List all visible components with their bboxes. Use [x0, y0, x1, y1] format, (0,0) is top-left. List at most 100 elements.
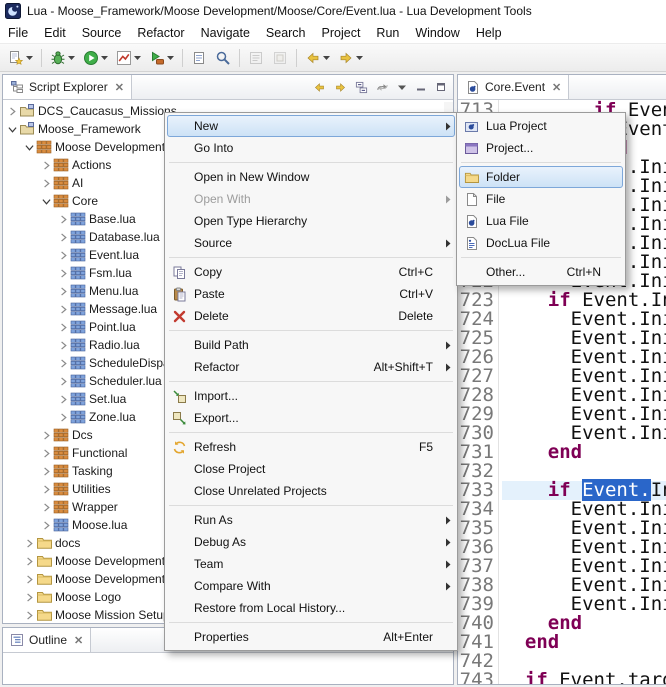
close-icon[interactable]: ✕	[552, 81, 561, 94]
menubar-item-window[interactable]: Window	[407, 24, 467, 42]
menu-item-doclua-file[interactable]: DocLua File	[459, 232, 623, 254]
menu-item-delete[interactable]: DeleteDelete	[167, 305, 455, 327]
dropdown-caret-icon[interactable]	[323, 56, 330, 60]
tree-collapsed-icon[interactable]	[58, 287, 69, 296]
dropdown-caret-icon[interactable]	[167, 56, 174, 60]
forward-button[interactable]	[335, 48, 366, 68]
tree-collapsed-icon[interactable]	[24, 575, 35, 584]
tree-collapsed-icon[interactable]	[41, 449, 52, 458]
tree-collapsed-icon[interactable]	[41, 521, 52, 530]
close-icon[interactable]: ✕	[115, 81, 124, 94]
tree-collapsed-icon[interactable]	[58, 233, 69, 242]
dropdown-caret-icon[interactable]	[26, 56, 33, 60]
menu-item-refresh[interactable]: RefreshF5	[167, 436, 455, 458]
dropdown-caret-icon[interactable]	[68, 56, 75, 60]
menubar-item-run[interactable]: Run	[368, 24, 407, 42]
tree-collapsed-icon[interactable]	[7, 107, 18, 116]
minimize-button[interactable]	[413, 79, 429, 95]
menu-item-new[interactable]: New	[167, 115, 455, 137]
run-button[interactable]	[80, 48, 111, 68]
menu-item-lua-file[interactable]: Lua File	[459, 210, 623, 232]
new-wizard-button[interactable]	[5, 48, 36, 68]
tree-collapsed-icon[interactable]	[41, 485, 52, 494]
menu-item-build-path[interactable]: Build Path	[167, 334, 455, 356]
menubar-item-source[interactable]: Source	[74, 24, 130, 42]
debug-button[interactable]	[47, 48, 78, 68]
menu-item-copy[interactable]: CopyCtrl+C	[167, 261, 455, 283]
tree-collapsed-icon[interactable]	[41, 431, 52, 440]
menubar-item-navigate[interactable]: Navigate	[193, 24, 258, 42]
menu-item-team[interactable]: Team	[167, 553, 455, 575]
tree-expanded-icon[interactable]	[41, 197, 52, 206]
tree-expanded-icon[interactable]	[7, 125, 18, 134]
menu-item-refactor[interactable]: RefactorAlt+Shift+T	[167, 356, 455, 378]
dropdown-caret-icon[interactable]	[356, 56, 363, 60]
back-button[interactable]	[302, 48, 333, 68]
menubar-item-refactor[interactable]: Refactor	[129, 24, 192, 42]
menu-item-file[interactable]: File	[459, 188, 623, 210]
menu-item-other[interactable]: Other...Ctrl+N	[459, 261, 623, 283]
collapse-all-button[interactable]	[353, 79, 370, 96]
menu-item-close-project[interactable]: Close Project	[167, 458, 455, 480]
tree-collapsed-icon[interactable]	[24, 557, 35, 566]
editor-tab-core-event[interactable]: Core.Event ✕	[458, 75, 569, 99]
maximize-button[interactable]	[433, 79, 449, 95]
tree-collapsed-icon[interactable]	[24, 593, 35, 602]
menubar-item-edit[interactable]: Edit	[36, 24, 74, 42]
tree-expanded-icon[interactable]	[24, 143, 35, 152]
tree-collapsed-icon[interactable]	[58, 215, 69, 224]
dropdown-caret-icon[interactable]	[101, 56, 108, 60]
titlebar[interactable]: Lua - Moose_Framework/Moose Development/…	[0, 0, 666, 22]
external-tools-button[interactable]	[146, 48, 177, 68]
menu-item-source[interactable]: Source	[167, 232, 455, 254]
tree-collapsed-icon[interactable]	[41, 179, 52, 188]
menubar-item-search[interactable]: Search	[258, 24, 314, 42]
menu-item-debug-as[interactable]: Debug As	[167, 531, 455, 553]
menubar-item-file[interactable]: File	[0, 24, 36, 42]
code-line-741[interactable]: end	[502, 633, 666, 652]
script-explorer-tab[interactable]: Script Explorer ✕	[3, 75, 132, 99]
menu-item-export[interactable]: Export...	[167, 407, 455, 429]
tree-collapsed-icon[interactable]	[41, 503, 52, 512]
tree-collapsed-icon[interactable]	[58, 305, 69, 314]
menu-item-open-in-new-window[interactable]: Open in New Window	[167, 166, 455, 188]
menu-item-folder[interactable]: Folder	[459, 166, 623, 188]
menubar-item-help[interactable]: Help	[468, 24, 510, 42]
menu-item-run-as[interactable]: Run As	[167, 509, 455, 531]
menu-item-open-type-hierarchy[interactable]: Open Type Hierarchy	[167, 210, 455, 232]
menu-item-restore-from-local-history[interactable]: Restore from Local History...	[167, 597, 455, 619]
tree-collapsed-icon[interactable]	[58, 359, 69, 368]
code-line-731[interactable]: end	[502, 443, 666, 462]
menu-item-go-into[interactable]: Go Into	[167, 137, 455, 159]
close-icon[interactable]: ✕	[74, 634, 83, 647]
menu-item-paste[interactable]: PasteCtrl+V	[167, 283, 455, 305]
outline-tab[interactable]: Outline ✕	[3, 628, 91, 652]
search-button[interactable]	[212, 48, 234, 68]
menu-item-compare-with[interactable]: Compare With	[167, 575, 455, 597]
menu-item-properties[interactable]: PropertiesAlt+Enter	[167, 626, 455, 648]
menu-item-close-unrelated-projects[interactable]: Close Unrelated Projects	[167, 480, 455, 502]
view-menu-button[interactable]	[395, 81, 409, 93]
tree-collapsed-icon[interactable]	[58, 251, 69, 260]
tree-collapsed-icon[interactable]	[24, 539, 35, 548]
menubar-item-project[interactable]: Project	[314, 24, 369, 42]
menu-item-project[interactable]: Project...	[459, 137, 623, 159]
menu-item-lua-project[interactable]: Lua Project	[459, 115, 623, 137]
dropdown-caret-icon[interactable]	[134, 56, 141, 60]
menu-item-import[interactable]: Import...	[167, 385, 455, 407]
tree-collapsed-icon[interactable]	[58, 341, 69, 350]
tree-collapsed-icon[interactable]	[41, 161, 52, 170]
tree-collapsed-icon[interactable]	[58, 323, 69, 332]
code-line-743[interactable]: if Event.target then	[502, 671, 666, 684]
tree-collapsed-icon[interactable]	[58, 269, 69, 278]
view-back-button[interactable]	[311, 79, 328, 96]
tree-collapsed-icon[interactable]	[41, 467, 52, 476]
open-element-button[interactable]	[188, 48, 210, 68]
tree-collapsed-icon[interactable]	[58, 413, 69, 422]
tree-collapsed-icon[interactable]	[24, 611, 35, 620]
view-forward-button[interactable]	[332, 79, 349, 96]
tree-collapsed-icon[interactable]	[58, 395, 69, 404]
coverage-button[interactable]	[113, 48, 144, 68]
tree-collapsed-icon[interactable]	[58, 377, 69, 386]
link-editor-button[interactable]	[374, 79, 391, 96]
